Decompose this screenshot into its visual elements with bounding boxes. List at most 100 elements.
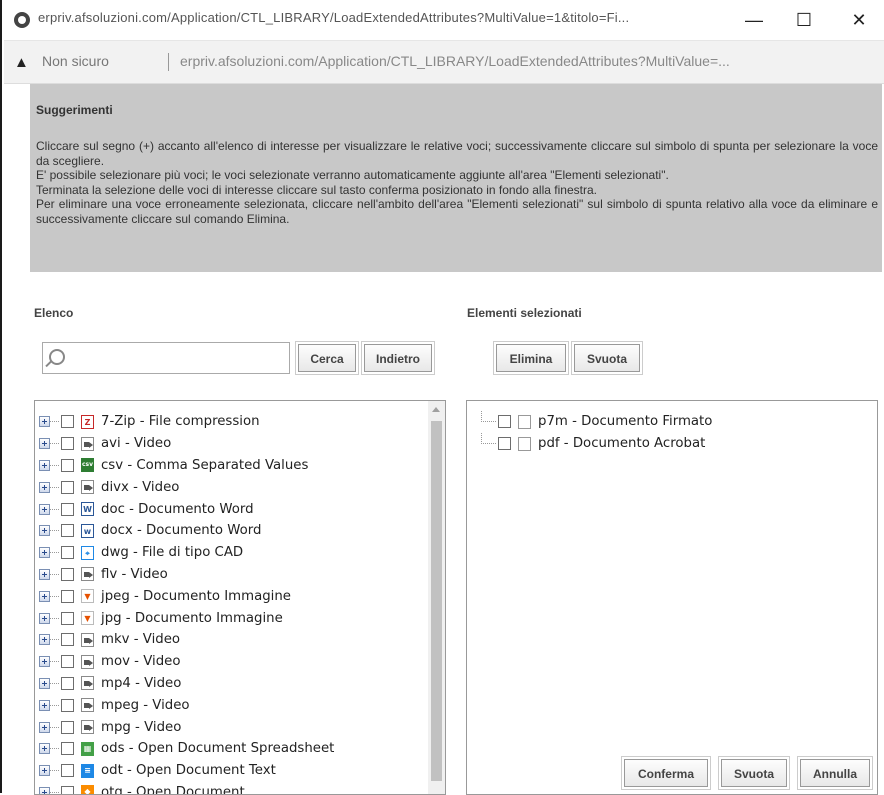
suggestion-line: E' possibile selezionare più voci; le vo… bbox=[36, 168, 669, 182]
list-item[interactable]: ▼ jpg - Documento Immagine bbox=[39, 607, 334, 629]
item-checkbox[interactable] bbox=[61, 720, 74, 734]
video-file-icon bbox=[81, 720, 94, 735]
video-file-icon bbox=[81, 480, 94, 495]
warning-icon[interactable]: ▲ bbox=[14, 54, 29, 71]
item-checkbox[interactable] bbox=[61, 437, 74, 451]
list-item[interactable]: ≡ odt - Open Document Text bbox=[39, 760, 334, 782]
scroll-thumb[interactable] bbox=[431, 421, 442, 781]
list-item[interactable]: csv csv - Comma Separated Values bbox=[39, 455, 334, 477]
clear-selected-button[interactable]: Svuota bbox=[571, 341, 643, 375]
expand-icon[interactable] bbox=[39, 590, 50, 602]
doc-file-icon: W bbox=[81, 502, 94, 517]
item-checkbox[interactable] bbox=[61, 633, 74, 647]
confirm-button[interactable]: Conferma bbox=[621, 756, 711, 790]
item-checkbox[interactable] bbox=[61, 742, 74, 756]
expand-icon[interactable] bbox=[39, 765, 50, 777]
selected-tree: p7m - Documento Firmato pdf - Documento A… bbox=[481, 411, 712, 455]
list-item[interactable]: ▦ ods - Open Document Spreadsheet bbox=[39, 738, 334, 760]
item-checkbox[interactable] bbox=[61, 458, 74, 472]
item-checkbox[interactable] bbox=[498, 415, 511, 429]
item-label: mkv - Video bbox=[101, 632, 181, 648]
expand-icon[interactable] bbox=[39, 699, 50, 711]
tree-connector bbox=[50, 508, 59, 510]
expand-icon[interactable] bbox=[39, 481, 50, 493]
item-checkbox[interactable] bbox=[61, 698, 74, 712]
item-checkbox[interactable] bbox=[61, 480, 74, 494]
item-checkbox[interactable] bbox=[61, 567, 74, 581]
expand-icon[interactable] bbox=[39, 416, 50, 428]
scroll-up-icon[interactable] bbox=[432, 407, 440, 412]
list-item[interactable]: Z 7-Zip - File compression bbox=[39, 411, 334, 433]
expand-icon[interactable] bbox=[39, 743, 50, 755]
selected-label: Elementi selezionati bbox=[467, 306, 582, 320]
expand-icon[interactable] bbox=[39, 634, 50, 646]
expand-icon[interactable] bbox=[39, 547, 50, 559]
list-item[interactable]: avi - Video bbox=[39, 433, 334, 455]
item-checkbox[interactable] bbox=[61, 502, 74, 516]
tree-connector bbox=[50, 704, 59, 706]
item-checkbox[interactable] bbox=[61, 611, 74, 625]
item-label: ods - Open Document Spreadsheet bbox=[101, 741, 335, 757]
list-item[interactable]: ▼ jpeg - Documento Immagine bbox=[39, 585, 334, 607]
item-checkbox[interactable] bbox=[61, 655, 74, 669]
expand-icon[interactable] bbox=[39, 568, 50, 580]
url-text[interactable]: erpriv.afsoluzioni.com/Application/CTL_L… bbox=[180, 53, 870, 69]
expand-icon[interactable] bbox=[39, 677, 50, 689]
suggestions-title: Suggerimenti bbox=[36, 103, 113, 117]
item-checkbox[interactable] bbox=[61, 785, 74, 794]
list-item[interactable]: w docx - Documento Word bbox=[39, 520, 334, 542]
list-item[interactable]: Wdoc - Documento Word bbox=[39, 498, 334, 520]
item-checkbox[interactable] bbox=[61, 524, 74, 538]
minimize-button[interactable]: — bbox=[734, 6, 774, 34]
list-item[interactable]: ⌖ dwg - File di tipo CAD bbox=[39, 542, 334, 564]
expand-icon[interactable] bbox=[39, 656, 50, 668]
maximize-button[interactable]: ☐ bbox=[784, 6, 824, 34]
list-item[interactable]: mp4 - Video bbox=[39, 673, 334, 695]
item-checkbox[interactable] bbox=[498, 437, 511, 451]
odt-file-icon: ≡ bbox=[81, 763, 94, 778]
list-scrollbar[interactable] bbox=[428, 401, 445, 794]
expand-icon[interactable] bbox=[39, 503, 50, 515]
back-button[interactable]: Indietro bbox=[361, 341, 435, 375]
clear-button[interactable]: Svuota bbox=[718, 756, 790, 790]
selected-item[interactable]: p7m - Documento Firmato bbox=[481, 411, 712, 433]
list-panel[interactable]: Z 7-Zip - File compression avi - Video csv c… bbox=[34, 400, 446, 795]
item-checkbox[interactable] bbox=[61, 764, 74, 778]
expand-icon[interactable] bbox=[39, 721, 50, 733]
list-item[interactable]: mpeg - Video bbox=[39, 694, 334, 716]
security-status[interactable]: Non sicuro bbox=[42, 53, 109, 69]
list-item[interactable]: flv - Video bbox=[39, 564, 334, 586]
expand-icon[interactable] bbox=[39, 438, 50, 450]
cancel-button[interactable]: Annulla bbox=[797, 756, 873, 790]
item-checkbox[interactable] bbox=[61, 589, 74, 603]
list-item[interactable]: divx - Video bbox=[39, 476, 334, 498]
list-item[interactable]: mpg - Video bbox=[39, 716, 334, 738]
selected-item[interactable]: pdf - Documento Acrobat bbox=[481, 433, 712, 455]
item-label: mpg - Video bbox=[101, 719, 182, 735]
address-bar[interactable]: ▲ Non sicuro erpriv.afsoluzioni.com/Appl… bbox=[4, 41, 884, 84]
search-button[interactable]: Cerca bbox=[295, 341, 359, 375]
close-button[interactable]: ✕ bbox=[839, 6, 879, 34]
suggestions-box: Suggerimenti Cliccare sul segno (+) acca… bbox=[30, 84, 882, 272]
item-label: divx - Video bbox=[101, 479, 180, 495]
expand-icon[interactable] bbox=[39, 612, 50, 624]
item-checkbox[interactable] bbox=[61, 415, 74, 429]
expand-icon[interactable] bbox=[39, 525, 50, 537]
selected-panel[interactable]: p7m - Documento Firmato pdf - Documento A… bbox=[466, 400, 878, 795]
tree-connector bbox=[481, 411, 496, 423]
list-tree: Z 7-Zip - File compression avi - Video csv c… bbox=[39, 411, 334, 794]
title-bar: erpriv.afsoluzioni.com/Application/CTL_L… bbox=[4, 0, 884, 41]
page-icon bbox=[518, 436, 531, 451]
list-item[interactable]: mkv - Video bbox=[39, 629, 334, 651]
item-label: mp4 - Video bbox=[101, 675, 182, 691]
item-checkbox[interactable] bbox=[61, 546, 74, 560]
search-box[interactable] bbox=[42, 342, 290, 374]
item-checkbox[interactable] bbox=[61, 676, 74, 690]
tree-connector bbox=[50, 661, 59, 663]
search-input[interactable] bbox=[71, 347, 285, 371]
delete-button[interactable]: Elimina bbox=[493, 341, 569, 375]
list-item[interactable]: mov - Video bbox=[39, 651, 334, 673]
expand-icon[interactable] bbox=[39, 786, 50, 794]
expand-icon[interactable] bbox=[39, 459, 50, 471]
dwg-file-icon: ⌖ bbox=[81, 545, 94, 560]
